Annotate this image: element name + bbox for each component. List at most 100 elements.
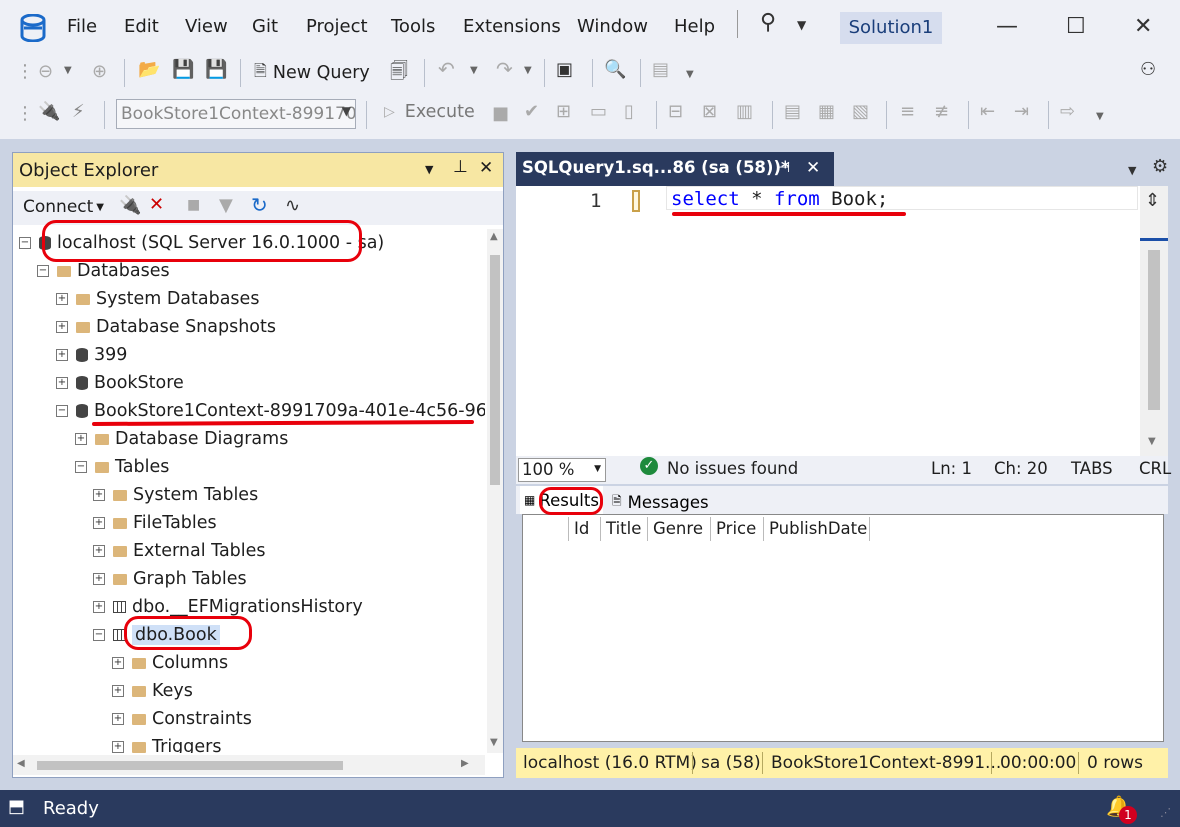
client-stats-icon[interactable]: ▥ bbox=[736, 101, 753, 122]
tree-node-columns[interactable]: + Columns bbox=[112, 649, 228, 677]
query-file-icon[interactable]: 🗐 bbox=[390, 59, 408, 89]
results-to-text-icon[interactable]: ▤ bbox=[784, 101, 801, 122]
cancel-query-icon[interactable]: ■ bbox=[492, 103, 509, 124]
redo-icon[interactable]: ↷ bbox=[496, 57, 513, 81]
decrease-indent-icon[interactable]: ⇤ bbox=[980, 101, 995, 122]
redo-dropdown-icon[interactable]: ▼ bbox=[524, 65, 532, 76]
menu-git[interactable]: Git bbox=[252, 16, 278, 37]
save-icon[interactable]: 💾 bbox=[172, 59, 194, 80]
column-header[interactable]: Title bbox=[601, 517, 648, 541]
menu-extensions[interactable]: Extensions bbox=[463, 16, 561, 37]
expand-icon[interactable]: + bbox=[112, 741, 124, 753]
expand-icon[interactable]: + bbox=[93, 517, 105, 529]
search-icon[interactable]: ⚲ bbox=[760, 10, 776, 35]
scroll-thumb[interactable] bbox=[37, 761, 343, 770]
tree-node-efmigrationshistory[interactable]: + dbo.__EFMigrationsHistory bbox=[93, 593, 363, 621]
scroll-down-icon[interactable]: ▼ bbox=[1148, 436, 1156, 447]
undo-icon[interactable]: ↶ bbox=[438, 57, 455, 81]
search-dropdown-icon[interactable]: ▼ bbox=[797, 18, 806, 32]
undo-dropdown-icon[interactable]: ▼ bbox=[470, 65, 478, 76]
close-icon[interactable]: ✕ bbox=[1134, 14, 1152, 39]
execute-button[interactable]: ▷ Execute bbox=[384, 102, 475, 122]
expand-icon[interactable]: + bbox=[112, 685, 124, 697]
sql-code[interactable]: select * from Book; bbox=[671, 188, 888, 210]
menu-file[interactable]: File bbox=[67, 16, 97, 37]
parse-icon[interactable]: ✔ bbox=[524, 101, 539, 122]
toolbar-overflow-icon[interactable]: ▼ bbox=[1096, 111, 1104, 122]
open-folder-icon[interactable]: 📂 bbox=[138, 59, 160, 80]
scroll-thumb[interactable] bbox=[490, 255, 500, 485]
tree-node-server[interactable]: − localhost (SQL Server 16.0.1000 - sa) bbox=[19, 229, 384, 257]
menu-edit[interactable]: Edit bbox=[124, 16, 159, 37]
scroll-thumb[interactable] bbox=[1148, 250, 1160, 410]
editor-vertical-scrollbar[interactable]: ⇕ ▼ bbox=[1140, 186, 1168, 456]
tree-horizontal-scrollbar[interactable]: ◀ ▶ bbox=[13, 755, 485, 775]
expand-icon[interactable]: + bbox=[112, 713, 124, 725]
settings-gear-icon[interactable]: ⚙ bbox=[1152, 156, 1168, 177]
menu-help[interactable]: Help bbox=[674, 16, 715, 37]
navigate-back-icon[interactable]: ⊖ bbox=[38, 61, 53, 82]
collapse-icon[interactable]: − bbox=[37, 265, 49, 277]
collapse-icon[interactable]: − bbox=[93, 629, 105, 641]
expand-icon[interactable]: + bbox=[112, 657, 124, 669]
close-panel-icon[interactable]: ✕ bbox=[479, 158, 493, 178]
results-to-file-icon[interactable]: ▧ bbox=[852, 101, 869, 122]
tree-node-external-tables[interactable]: + External Tables bbox=[93, 537, 266, 565]
expand-icon[interactable]: + bbox=[56, 377, 68, 389]
results-to-grid-icon[interactable]: ▦ bbox=[818, 101, 835, 122]
tab-messages[interactable]: 🗎 Messages bbox=[608, 488, 713, 516]
tab-results[interactable]: ▦ Results bbox=[520, 486, 603, 514]
back-dropdown-icon[interactable]: ▼ bbox=[64, 65, 72, 76]
tree-node-databases[interactable]: − Databases bbox=[37, 257, 170, 285]
window-layout-icon[interactable]: ▤ bbox=[652, 59, 669, 80]
change-connection-icon[interactable]: ⚡ bbox=[72, 101, 85, 122]
include-plan-icon[interactable]: ⊟ bbox=[668, 101, 683, 122]
connect-plug-icon[interactable]: 🔌 bbox=[119, 195, 141, 216]
tree-vertical-scrollbar[interactable]: ▲ ▼ bbox=[487, 229, 503, 753]
save-all-icon[interactable]: 💾 bbox=[205, 59, 227, 80]
tree-node-dbo-book[interactable]: − dbo.Book bbox=[93, 621, 220, 649]
sql-editor[interactable]: 1 select * from Book; ⇕ ▼ bbox=[516, 186, 1168, 456]
increase-indent-icon[interactable]: ⇥ bbox=[1014, 101, 1029, 122]
tree-node-system-tables[interactable]: + System Tables bbox=[93, 481, 258, 509]
tree-node-database-bookstore[interactable]: + BookStore bbox=[56, 369, 184, 397]
query-designer-icon[interactable]: ▭ bbox=[590, 101, 607, 122]
new-query-button[interactable]: 🗎 New Query bbox=[254, 59, 370, 87]
scroll-down-icon[interactable]: ▼ bbox=[490, 737, 498, 748]
tree-node-database-snapshots[interactable]: + Database Snapshots bbox=[56, 313, 276, 341]
live-stats-icon[interactable]: ⊠ bbox=[702, 101, 717, 122]
column-header[interactable]: Price bbox=[711, 517, 764, 541]
panel-menu-icon[interactable]: ▼ bbox=[425, 163, 433, 176]
display-plan-icon[interactable]: ⊞ bbox=[556, 101, 571, 122]
expand-icon[interactable]: + bbox=[93, 489, 105, 501]
tree-node-filetables[interactable]: + FileTables bbox=[93, 509, 217, 537]
expand-icon[interactable]: + bbox=[93, 601, 105, 613]
expand-icon[interactable]: + bbox=[93, 545, 105, 557]
menu-window[interactable]: Window bbox=[577, 16, 648, 37]
intellisense-icon[interactable]: ▯ bbox=[624, 101, 634, 122]
stop-icon[interactable]: ■ bbox=[187, 197, 200, 213]
tab-list-icon[interactable]: ▼ bbox=[1128, 164, 1136, 177]
results-grid[interactable]: Id Title Genre Price PublishDate bbox=[522, 514, 1164, 742]
expand-icon[interactable]: + bbox=[93, 573, 105, 585]
tree-node-tables[interactable]: − Tables bbox=[75, 453, 169, 481]
activity-monitor-icon[interactable]: ▣ bbox=[556, 59, 573, 80]
live-share-icon[interactable]: ⚇ bbox=[1140, 59, 1156, 80]
collapse-icon[interactable]: − bbox=[56, 405, 68, 417]
maximize-icon[interactable]: ☐ bbox=[1066, 14, 1086, 39]
available-databases-combo[interactable]: BookStore1Context-899170 ▼ bbox=[116, 99, 356, 129]
zoom-combo[interactable]: 100 % ▼ bbox=[518, 458, 606, 482]
expand-icon[interactable]: + bbox=[56, 321, 68, 333]
scroll-up-icon[interactable]: ▲ bbox=[490, 231, 498, 242]
find-in-files-icon[interactable]: 🔍 bbox=[604, 59, 626, 80]
expand-icon[interactable]: + bbox=[75, 433, 87, 445]
menu-tools[interactable]: Tools bbox=[391, 16, 435, 37]
split-icon[interactable]: ⇕ bbox=[1145, 190, 1160, 211]
tree-node-graph-tables[interactable]: + Graph Tables bbox=[93, 565, 247, 593]
pin-icon[interactable]: ⊥ bbox=[453, 157, 468, 177]
expand-icon[interactable]: + bbox=[56, 349, 68, 361]
navigate-forward-icon[interactable]: ⊕ bbox=[92, 61, 107, 82]
filter-icon[interactable]: ▼ bbox=[219, 195, 233, 216]
tree-node-triggers[interactable]: + Triggers bbox=[112, 733, 221, 753]
tree-node-constraints[interactable]: + Constraints bbox=[112, 705, 252, 733]
